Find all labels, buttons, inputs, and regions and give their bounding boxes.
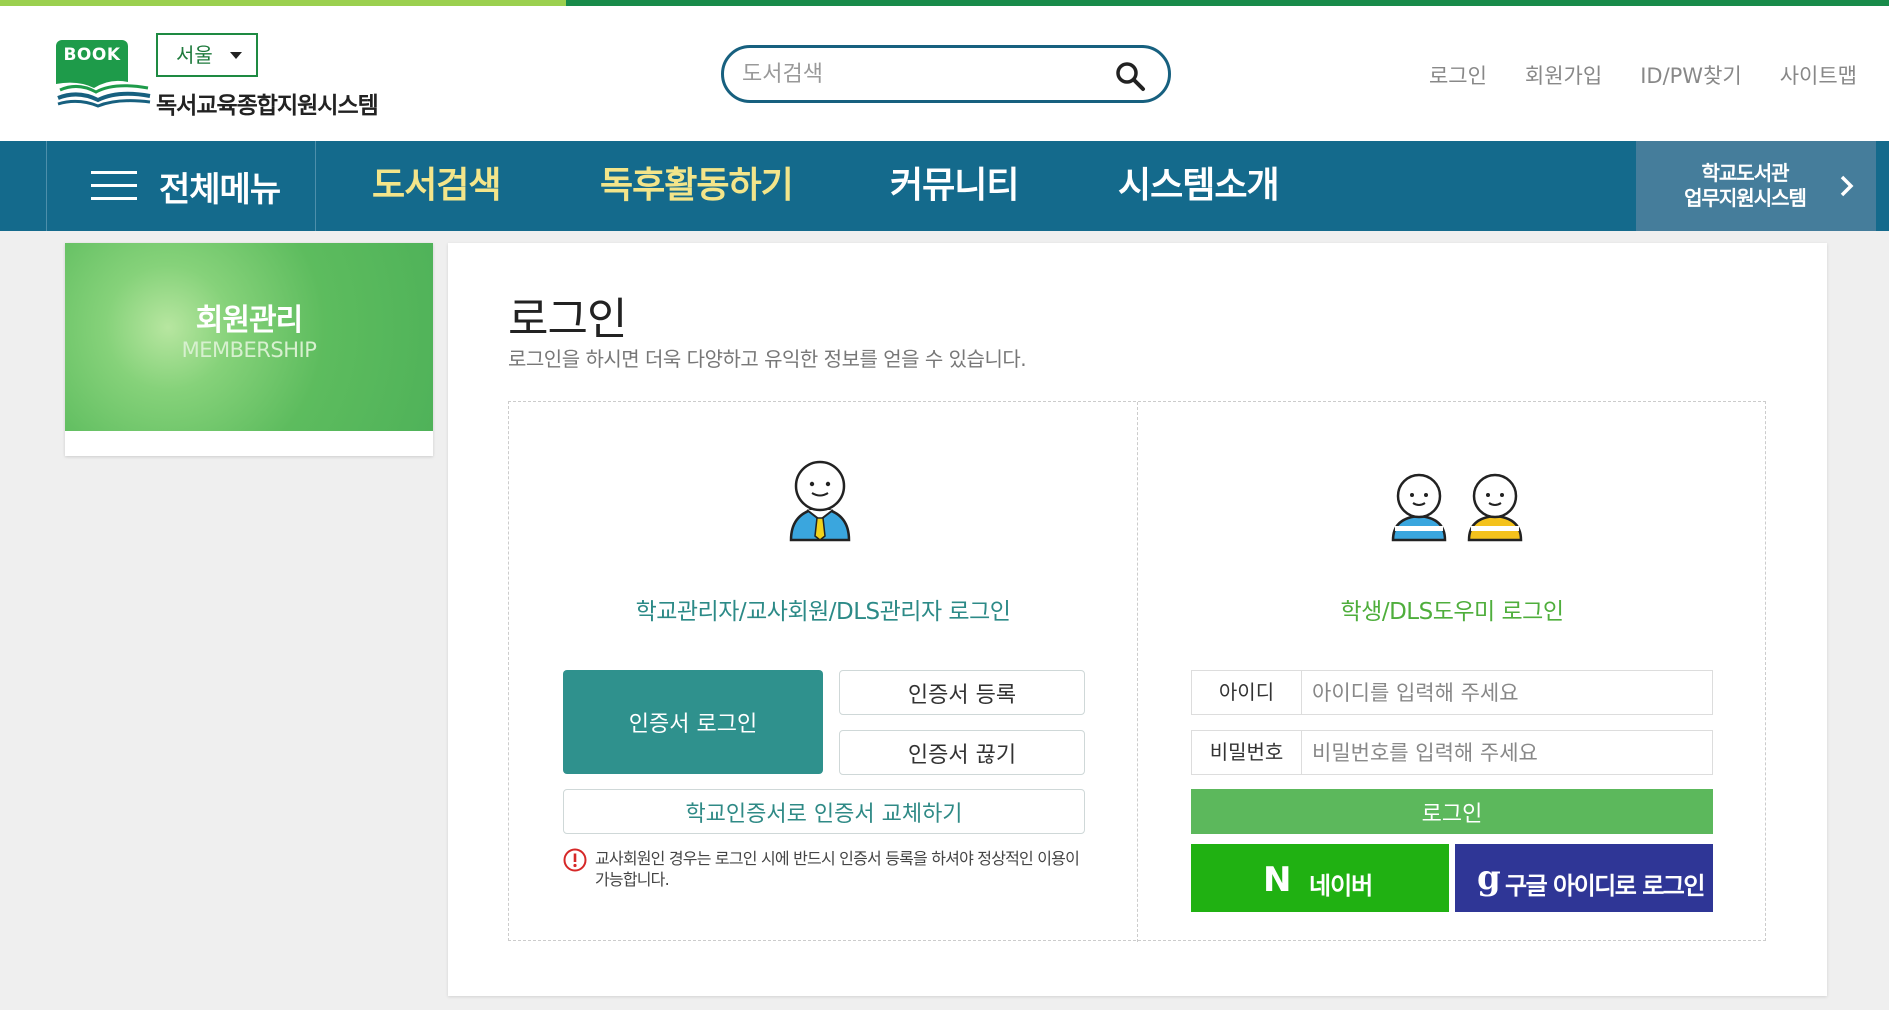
menu-icon bbox=[91, 171, 137, 201]
sidebar-subtitle: MEMBERSHIP bbox=[181, 338, 317, 362]
sidebar-banner: 회원관리 MEMBERSHIP bbox=[65, 243, 433, 431]
sitemap-link[interactable]: 사이트맵 bbox=[1780, 60, 1857, 90]
find-id-pw-link[interactable]: ID/PW찾기 bbox=[1640, 60, 1742, 90]
password-input[interactable] bbox=[1312, 737, 1702, 769]
all-menu-label: 전체메뉴 bbox=[159, 169, 281, 210]
teacher-login-title: 학교관리자/교사회원/DLS관리자 로그인 bbox=[635, 599, 1011, 625]
nav-item-community[interactable]: 커뮤니티 bbox=[890, 141, 1019, 231]
chevron-right-icon bbox=[1840, 175, 1854, 197]
library-system-button[interactable]: 학교도서관 업무지원시스템 bbox=[1636, 141, 1876, 231]
main-nav: 전체메뉴 도서검색 독후활동하기 커뮤니티 시스템소개 학교도서관 업무지원시스… bbox=[0, 141, 1889, 231]
signup-link[interactable]: 회원가입 bbox=[1525, 60, 1602, 90]
book-logo-icon bbox=[56, 68, 151, 108]
naver-login-label: 네이버 bbox=[1309, 872, 1373, 900]
nav-item-system-intro[interactable]: 시스템소개 bbox=[1118, 141, 1280, 231]
student-login-title: 학생/DLS도우미 로그인 bbox=[1340, 599, 1564, 625]
id-input[interactable] bbox=[1312, 677, 1702, 709]
naver-login-button[interactable]: N 네이버 bbox=[1191, 844, 1449, 912]
password-label: 비밀번호 bbox=[1192, 731, 1302, 774]
google-login-label: 구글 아이디로 로그인 bbox=[1505, 872, 1705, 900]
logo-badge: BOOK bbox=[56, 40, 128, 70]
google-icon: g bbox=[1477, 858, 1501, 898]
nav-item-reading-activity[interactable]: 독후활동하기 bbox=[600, 141, 794, 231]
google-login-button[interactable]: g 구글 아이디로 로그인 bbox=[1455, 844, 1713, 912]
panel-divider bbox=[1137, 402, 1138, 942]
main-content: 로그인 로그인을 하시면 더욱 다양하고 유익한 정보를 얻을 수 있습니다. … bbox=[448, 243, 1827, 996]
password-field: 비밀번호 bbox=[1191, 730, 1713, 775]
sidebar-title: 회원관리 bbox=[195, 303, 303, 338]
page-description: 로그인을 하시면 더욱 다양하고 유익한 정보를 얻을 수 있습니다. bbox=[508, 347, 1027, 371]
cert-notice-text: 교사회원인 경우는 로그인 시에 반드시 인증서 등록을 하셔야 정상적인 이용… bbox=[595, 849, 1080, 889]
sidebar: 회원관리 MEMBERSHIP bbox=[65, 243, 433, 456]
nav-item-book-search[interactable]: 도서검색 bbox=[372, 141, 501, 231]
library-system-label: 학교도서관 업무지원시스템 bbox=[1684, 161, 1807, 210]
search-input[interactable] bbox=[742, 57, 1102, 91]
students-icon bbox=[1391, 473, 1523, 542]
site-logo[interactable]: BOOK bbox=[56, 40, 152, 116]
cert-register-button[interactable]: 인증서 등록 bbox=[839, 670, 1085, 715]
naver-icon: N bbox=[1263, 860, 1292, 900]
login-button[interactable]: 로그인 bbox=[1191, 789, 1713, 834]
header: BOOK 서울 독서교육종합지원시스템 로그인 회원가입 ID/PW찾기 사이트… bbox=[0, 6, 1889, 141]
teacher-icon bbox=[789, 460, 851, 542]
utility-links: 로그인 회원가입 ID/PW찾기 사이트맵 bbox=[1391, 60, 1857, 90]
search-box bbox=[721, 45, 1171, 103]
all-menu-button[interactable]: 전체메뉴 bbox=[46, 141, 316, 231]
id-label: 아이디 bbox=[1192, 671, 1302, 714]
id-field: 아이디 bbox=[1191, 670, 1713, 715]
region-select-value: 서울 bbox=[176, 43, 213, 67]
cert-replace-button[interactable]: 학교인증서로 인증서 교체하기 bbox=[563, 789, 1085, 834]
login-link[interactable]: 로그인 bbox=[1429, 60, 1487, 90]
login-panel: 학교관리자/교사회원/DLS관리자 로그인 인증서 로그인 인증서 등록 인증서… bbox=[508, 401, 1766, 942]
cert-unlink-button[interactable]: 인증서 끊기 bbox=[839, 730, 1085, 775]
cert-login-button[interactable]: 인증서 로그인 bbox=[563, 670, 823, 774]
warning-icon bbox=[563, 848, 587, 872]
page-title: 로그인 bbox=[508, 294, 627, 345]
site-name[interactable]: 독서교육종합지원시스템 bbox=[156, 86, 379, 120]
search-icon[interactable] bbox=[1114, 60, 1146, 92]
chevron-down-icon bbox=[230, 52, 242, 59]
region-select[interactable]: 서울 bbox=[156, 33, 258, 77]
